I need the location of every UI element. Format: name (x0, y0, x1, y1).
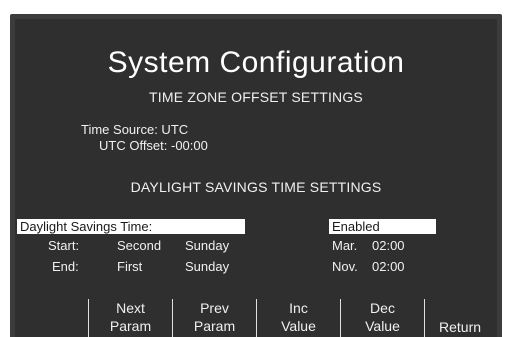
page-title: System Configuration (107, 46, 405, 79)
dst-start-week[interactable]: Second (117, 238, 161, 253)
softkey-label-line1: Dec (370, 300, 395, 316)
softkey-divider (424, 299, 425, 337)
softkey-label-line2: Param (109, 318, 152, 334)
dst-end-month[interactable]: Nov. (332, 259, 358, 274)
softkey-label-line1: Next (116, 300, 145, 316)
softkey-label-line1: Prev (200, 300, 229, 316)
softkey-label-line2: Param (193, 318, 236, 334)
display-screen: System Configuration TIME ZONE OFFSET SE… (15, 19, 497, 337)
dst-section-heading: DAYLIGHT SAVINGS TIME SETTINGS (130, 179, 382, 195)
softkey-label-line1: Inc (289, 300, 308, 316)
time-source-readout: Time Source: UTC (81, 122, 189, 137)
dst-parameter-label[interactable]: Daylight Savings Time: (17, 219, 245, 234)
inc-value-softkey[interactable]: Inc Value (257, 299, 340, 337)
softkey-bar: Next Param Prev Param Inc Value Dec Valu… (15, 299, 497, 337)
dst-parameter-value[interactable]: Enabled (329, 219, 436, 234)
time-zone-section-heading: TIME ZONE OFFSET SETTINGS (149, 89, 363, 105)
dst-end-day[interactable]: Sunday (185, 259, 229, 274)
dst-end-week[interactable]: First (117, 259, 142, 274)
next-param-softkey[interactable]: Next Param (89, 299, 172, 337)
dst-start-time[interactable]: 02:00 (372, 238, 405, 253)
return-softkey[interactable]: Return (439, 319, 481, 335)
utc-offset-readout: UTC Offset: -00:00 (99, 138, 208, 153)
dst-end-label: End: (52, 259, 79, 274)
softkey-label-line2: Value (365, 318, 400, 334)
softkey-label-line2: Value (281, 318, 316, 334)
dst-start-month[interactable]: Mar. (332, 238, 357, 253)
dec-value-softkey[interactable]: Dec Value (341, 299, 424, 337)
dst-end-time[interactable]: 02:00 (372, 259, 405, 274)
prev-param-softkey[interactable]: Prev Param (173, 299, 256, 337)
dst-start-label: Start: (48, 238, 80, 253)
device-frame: System Configuration TIME ZONE OFFSET SE… (0, 0, 512, 337)
dst-start-day[interactable]: Sunday (185, 238, 229, 253)
